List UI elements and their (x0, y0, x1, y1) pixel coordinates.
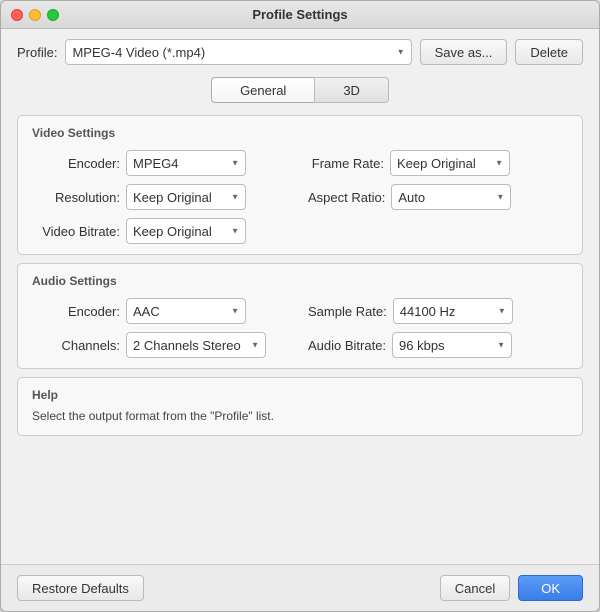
encoder-label: Encoder: (32, 156, 120, 171)
audio-bitrate-row: Audio Bitrate: 96 kbps (308, 332, 568, 358)
encoder-select[interactable]: MPEG4 (126, 150, 246, 176)
minimize-button[interactable] (29, 9, 41, 21)
restore-defaults-button[interactable]: Restore Defaults (17, 575, 144, 601)
video-bitrate-row: Video Bitrate: Keep Original (32, 218, 292, 244)
frame-rate-label: Frame Rate: (308, 156, 384, 171)
help-title: Help (32, 388, 568, 402)
audio-settings-section: Audio Settings Encoder: AAC Sample Rate: (17, 263, 583, 369)
audio-bitrate-select-wrapper: 96 kbps (392, 332, 512, 358)
resolution-row: Resolution: Keep Original (32, 184, 292, 210)
profile-settings-window: Profile Settings Profile: MPEG-4 Video (… (0, 0, 600, 612)
ok-button[interactable]: OK (518, 575, 583, 601)
tab-3d[interactable]: 3D (314, 77, 389, 103)
help-text: Select the output format from the "Profi… (32, 408, 568, 425)
video-settings-grid: Encoder: MPEG4 Frame Rate: Keep Original (32, 150, 568, 244)
video-bitrate-select-wrapper: Keep Original (126, 218, 246, 244)
channels-row: Channels: 2 Channels Stereo (32, 332, 292, 358)
tabs-row: General 3D (17, 77, 583, 103)
delete-button[interactable]: Delete (515, 39, 583, 65)
video-settings-section: Video Settings Encoder: MPEG4 Frame Rate… (17, 115, 583, 255)
tab-general[interactable]: General (211, 77, 314, 103)
empty-cell (308, 218, 568, 244)
audio-bitrate-label: Audio Bitrate: (308, 338, 386, 353)
help-section: Help Select the output format from the "… (17, 377, 583, 436)
save-as-button[interactable]: Save as... (420, 39, 508, 65)
profile-label: Profile: (17, 45, 57, 60)
audio-encoder-select-wrapper: AAC (126, 298, 246, 324)
channels-label: Channels: (32, 338, 120, 353)
aspect-ratio-select[interactable]: Auto (391, 184, 511, 210)
aspect-ratio-row: Aspect Ratio: Auto (308, 184, 568, 210)
close-button[interactable] (11, 9, 23, 21)
profile-select[interactable]: MPEG-4 Video (*.mp4) (65, 39, 411, 65)
video-bitrate-select[interactable]: Keep Original (126, 218, 246, 244)
audio-encoder-select[interactable]: AAC (126, 298, 246, 324)
cancel-button[interactable]: Cancel (440, 575, 510, 601)
footer-right: Cancel OK (440, 575, 583, 601)
aspect-ratio-select-wrapper: Auto (391, 184, 511, 210)
audio-bitrate-select[interactable]: 96 kbps (392, 332, 512, 358)
resolution-select[interactable]: Keep Original (126, 184, 246, 210)
sample-rate-row: Sample Rate: 44100 Hz (308, 298, 568, 324)
main-content: Profile: MPEG-4 Video (*.mp4) Save as...… (1, 29, 599, 564)
profile-select-wrapper: MPEG-4 Video (*.mp4) (65, 39, 411, 65)
audio-encoder-row: Encoder: AAC (32, 298, 292, 324)
video-settings-title: Video Settings (32, 126, 568, 140)
maximize-button[interactable] (47, 9, 59, 21)
title-bar: Profile Settings (1, 1, 599, 29)
sample-rate-label: Sample Rate: (308, 304, 387, 319)
sample-rate-select[interactable]: 44100 Hz (393, 298, 513, 324)
audio-settings-grid: Encoder: AAC Sample Rate: 44100 Hz (32, 298, 568, 358)
channels-select[interactable]: 2 Channels Stereo (126, 332, 266, 358)
sample-rate-select-wrapper: 44100 Hz (393, 298, 513, 324)
resolution-label: Resolution: (32, 190, 120, 205)
traffic-lights (11, 9, 59, 21)
frame-rate-select[interactable]: Keep Original (390, 150, 510, 176)
footer: Restore Defaults Cancel OK (1, 564, 599, 611)
resolution-select-wrapper: Keep Original (126, 184, 246, 210)
video-bitrate-label: Video Bitrate: (32, 224, 120, 239)
audio-settings-title: Audio Settings (32, 274, 568, 288)
frame-rate-select-wrapper: Keep Original (390, 150, 510, 176)
audio-encoder-label: Encoder: (32, 304, 120, 319)
encoder-row: Encoder: MPEG4 (32, 150, 292, 176)
profile-row: Profile: MPEG-4 Video (*.mp4) Save as...… (17, 39, 583, 65)
aspect-ratio-label: Aspect Ratio: (308, 190, 385, 205)
channels-select-wrapper: 2 Channels Stereo (126, 332, 266, 358)
frame-rate-row: Frame Rate: Keep Original (308, 150, 568, 176)
window-title: Profile Settings (252, 7, 347, 22)
encoder-select-wrapper: MPEG4 (126, 150, 246, 176)
